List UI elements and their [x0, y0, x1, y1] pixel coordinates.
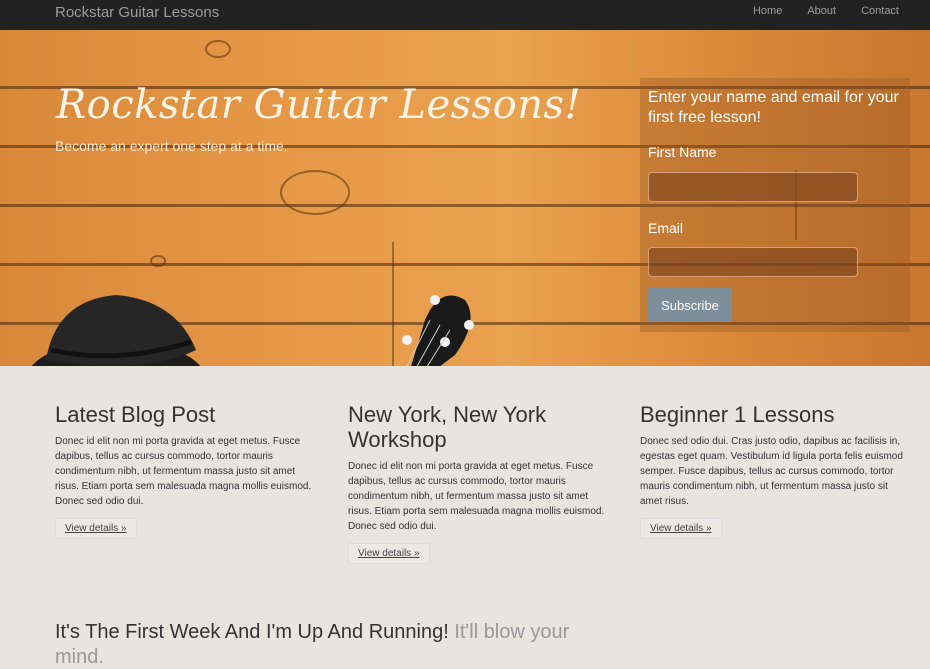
featurette-heading-main: It's The First Week And I'm Up And Runni… [55, 621, 449, 643]
first-name-field[interactable] [648, 172, 858, 202]
nav-contact-link[interactable]: Contact [861, 5, 899, 17]
column-text: Donec id elit non mi porta gravida at eg… [348, 461, 605, 532]
wood-knot [280, 170, 350, 215]
column-title: New York, New York Workshop [348, 402, 547, 452]
lessons-column: Beginner 1 Lessons Donec sed odio dui. C… [640, 402, 910, 539]
view-details-button[interactable]: View details » [640, 518, 722, 539]
column-title: Latest Blog Post [55, 402, 216, 427]
hero-banner: Rockstar Guitar Lessons! Become an exper… [0, 30, 930, 366]
brand-link[interactable]: Rockstar Guitar Lessons [55, 4, 219, 21]
featurette-heading: It's The First Week And I'm Up And Runni… [55, 620, 575, 669]
wood-knot [150, 255, 166, 267]
guitar-head-icon [402, 295, 474, 366]
column-text: Donec sed odio dui. Cras justo odio, dap… [640, 436, 903, 507]
nav-about-link[interactable]: About [807, 5, 836, 17]
column-title: Beginner 1 Lessons [640, 402, 835, 427]
column-text: Donec id elit non mi porta gravida at eg… [55, 436, 312, 507]
wood-knot [205, 40, 231, 58]
hero-subtitle: Become an expert one step at a time. [55, 138, 288, 154]
email-label: Email [648, 220, 684, 236]
signup-heading: Enter your name and email for your first… [648, 89, 899, 126]
nav-home-link[interactable]: Home [753, 5, 782, 17]
subscribe-button[interactable]: Subscribe [648, 288, 732, 322]
hat-icon [31, 295, 201, 366]
blog-column: Latest Blog Post Donec id elit non mi po… [55, 402, 317, 539]
navbar: Rockstar Guitar Lessons Home About Conta… [0, 0, 930, 30]
nav-links: Home About Contact [728, 5, 899, 17]
view-details-button[interactable]: View details » [55, 518, 137, 539]
first-name-label: First Name [648, 144, 717, 160]
hero-title: Rockstar Guitar Lessons! [56, 82, 582, 128]
signup-form: Enter your name and email for your first… [640, 78, 910, 332]
view-details-button[interactable]: View details » [348, 543, 430, 564]
workshop-column: New York, New York Workshop Donec id eli… [348, 402, 610, 564]
email-field[interactable] [648, 247, 858, 277]
